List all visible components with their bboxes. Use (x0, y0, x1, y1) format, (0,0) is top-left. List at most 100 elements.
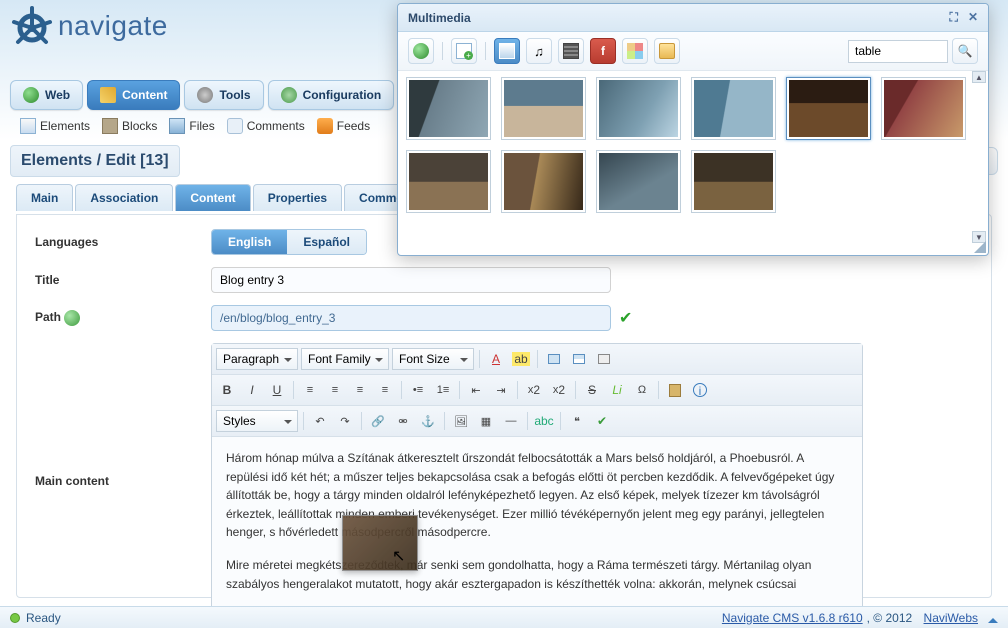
align-right-btn[interactable]: ≡ (349, 379, 371, 401)
format-select[interactable]: Paragraph (216, 348, 298, 370)
backcolor-btn[interactable]: ab (510, 348, 532, 370)
dialog-body[interactable]: ▲ ▼ (398, 71, 988, 255)
strike-btn[interactable]: S (581, 379, 603, 401)
nav-content-label: Content (122, 88, 167, 102)
hr-btn[interactable]: — (500, 410, 522, 432)
company-link[interactable]: NaviWebs (924, 611, 978, 625)
insert-layer-btn[interactable]: Li (606, 379, 628, 401)
path-input[interactable] (211, 305, 611, 331)
removeformat-btn[interactable]: ✔ (591, 410, 613, 432)
nav-web-label: Web (45, 88, 70, 102)
tab-content[interactable]: Content (175, 184, 250, 211)
thumb-item[interactable] (786, 77, 871, 140)
indent-btn[interactable]: ⇥ (490, 379, 512, 401)
image-btn[interactable]: 🖼 (450, 410, 472, 432)
sup-btn[interactable]: x2 (548, 379, 570, 401)
nav-tools[interactable]: Tools (184, 80, 263, 110)
table-icon (573, 354, 585, 364)
forecolor-btn[interactable]: A (485, 348, 507, 370)
numlist-btn[interactable]: 1≡ (432, 379, 454, 401)
redo-btn[interactable]: ↷ (334, 410, 356, 432)
flash-icon: f (601, 44, 605, 58)
thumb-item[interactable] (406, 77, 491, 140)
search-button[interactable]: 🔍 (952, 38, 978, 64)
filter-audio-btn[interactable]: ♫ (526, 38, 552, 64)
filter-images-btn[interactable] (494, 38, 520, 64)
sub-btn[interactable]: x2 (523, 379, 545, 401)
pencil-icon (100, 87, 116, 103)
bullist-btn[interactable]: •≡ (407, 379, 429, 401)
comment-icon (227, 118, 243, 134)
help-btn[interactable]: i (689, 379, 711, 401)
thumb-item[interactable] (501, 150, 586, 213)
subnav-comments[interactable]: Comments (227, 118, 305, 134)
drag-preview (342, 515, 418, 571)
paste-btn[interactable] (664, 379, 686, 401)
charmap-btn[interactable]: Ω (631, 379, 653, 401)
nav-content[interactable]: Content (87, 80, 180, 110)
web-source-btn[interactable] (408, 38, 434, 64)
media-btn[interactable]: ▦ (475, 410, 497, 432)
thumb-item[interactable] (691, 77, 776, 140)
scroll-top-icon[interactable] (988, 613, 998, 623)
nav-config[interactable]: Configuration (268, 80, 395, 110)
subnav-elements[interactable]: Elements (20, 118, 90, 134)
italic-btn[interactable]: I (241, 379, 263, 401)
align-left-btn[interactable]: ≡ (299, 379, 321, 401)
thumb-item[interactable] (881, 77, 966, 140)
version-link[interactable]: Navigate CMS v1.6.8 r610 (722, 611, 863, 625)
thumb-item[interactable] (406, 150, 491, 213)
filter-video-btn[interactable] (558, 38, 584, 64)
add-file-btn[interactable]: + (451, 38, 477, 64)
filter-docs-btn[interactable] (622, 38, 648, 64)
thumb-item[interactable] (596, 150, 681, 213)
outdent-btn[interactable]: ⇤ (465, 379, 487, 401)
bold-btn[interactable]: B (216, 379, 238, 401)
anchor-btn[interactable]: ⚓ (417, 410, 439, 432)
blockquote-btn[interactable]: ❝ (566, 410, 588, 432)
template-icon (598, 354, 610, 364)
close-icon[interactable]: ✕ (968, 10, 978, 25)
forecolor-icon: A (492, 352, 500, 366)
maximize-icon[interactable]: ⛶ (950, 10, 958, 25)
nav-web[interactable]: Web (10, 80, 83, 110)
table-btn[interactable] (568, 348, 590, 370)
lang-spanish[interactable]: Español (287, 230, 366, 254)
subnav-files[interactable]: Files (169, 118, 214, 134)
subnav-feeds[interactable]: Feeds (317, 118, 370, 134)
check-icon: ✔ (619, 308, 632, 328)
lang-english[interactable]: English (212, 230, 287, 254)
unlink-btn[interactable]: ⚮ (392, 410, 414, 432)
tab-main[interactable]: Main (16, 184, 73, 211)
thumb-item[interactable] (596, 77, 681, 140)
underline-btn[interactable]: U (266, 379, 288, 401)
multimedia-dialog: Multimedia ⛶ ✕ + ♫ f 🔍 ▲ ▼ (397, 3, 989, 256)
thumb-image (409, 80, 488, 137)
tab-properties[interactable]: Properties (253, 184, 342, 211)
resize-handle[interactable] (974, 241, 986, 253)
page-title: Elements / Edit [13] (10, 145, 180, 177)
fontfamily-select[interactable]: Font Family (301, 348, 389, 370)
link-btn[interactable]: 🔗 (367, 410, 389, 432)
search-input[interactable] (848, 40, 948, 63)
filter-folder-btn[interactable] (654, 38, 680, 64)
scroll-up-btn[interactable]: ▲ (972, 71, 986, 83)
thumb-item[interactable] (691, 150, 776, 213)
dialog-titlebar[interactable]: Multimedia ⛶ ✕ (398, 4, 988, 32)
tab-association[interactable]: Association (75, 184, 173, 211)
thumb-item[interactable] (501, 77, 586, 140)
filter-flash-btn[interactable]: f (590, 38, 616, 64)
spellcheck-btn[interactable]: abc (533, 410, 555, 432)
fontsize-select[interactable]: Font Size (392, 348, 474, 370)
align-justify-btn[interactable]: ≡ (374, 379, 396, 401)
thumb-image (789, 80, 868, 137)
copyright-text: , © 2012 (867, 611, 913, 625)
fullscreen-btn[interactable] (543, 348, 565, 370)
align-center-btn[interactable]: ≡ (324, 379, 346, 401)
editor-body[interactable]: Három hónap múlva a Szítának átkeresztel… (212, 437, 862, 617)
title-input[interactable] (211, 267, 611, 293)
subnav-blocks[interactable]: Blocks (102, 118, 157, 134)
styles-select[interactable]: Styles (216, 410, 298, 432)
undo-btn[interactable]: ↶ (309, 410, 331, 432)
template-btn[interactable] (593, 348, 615, 370)
